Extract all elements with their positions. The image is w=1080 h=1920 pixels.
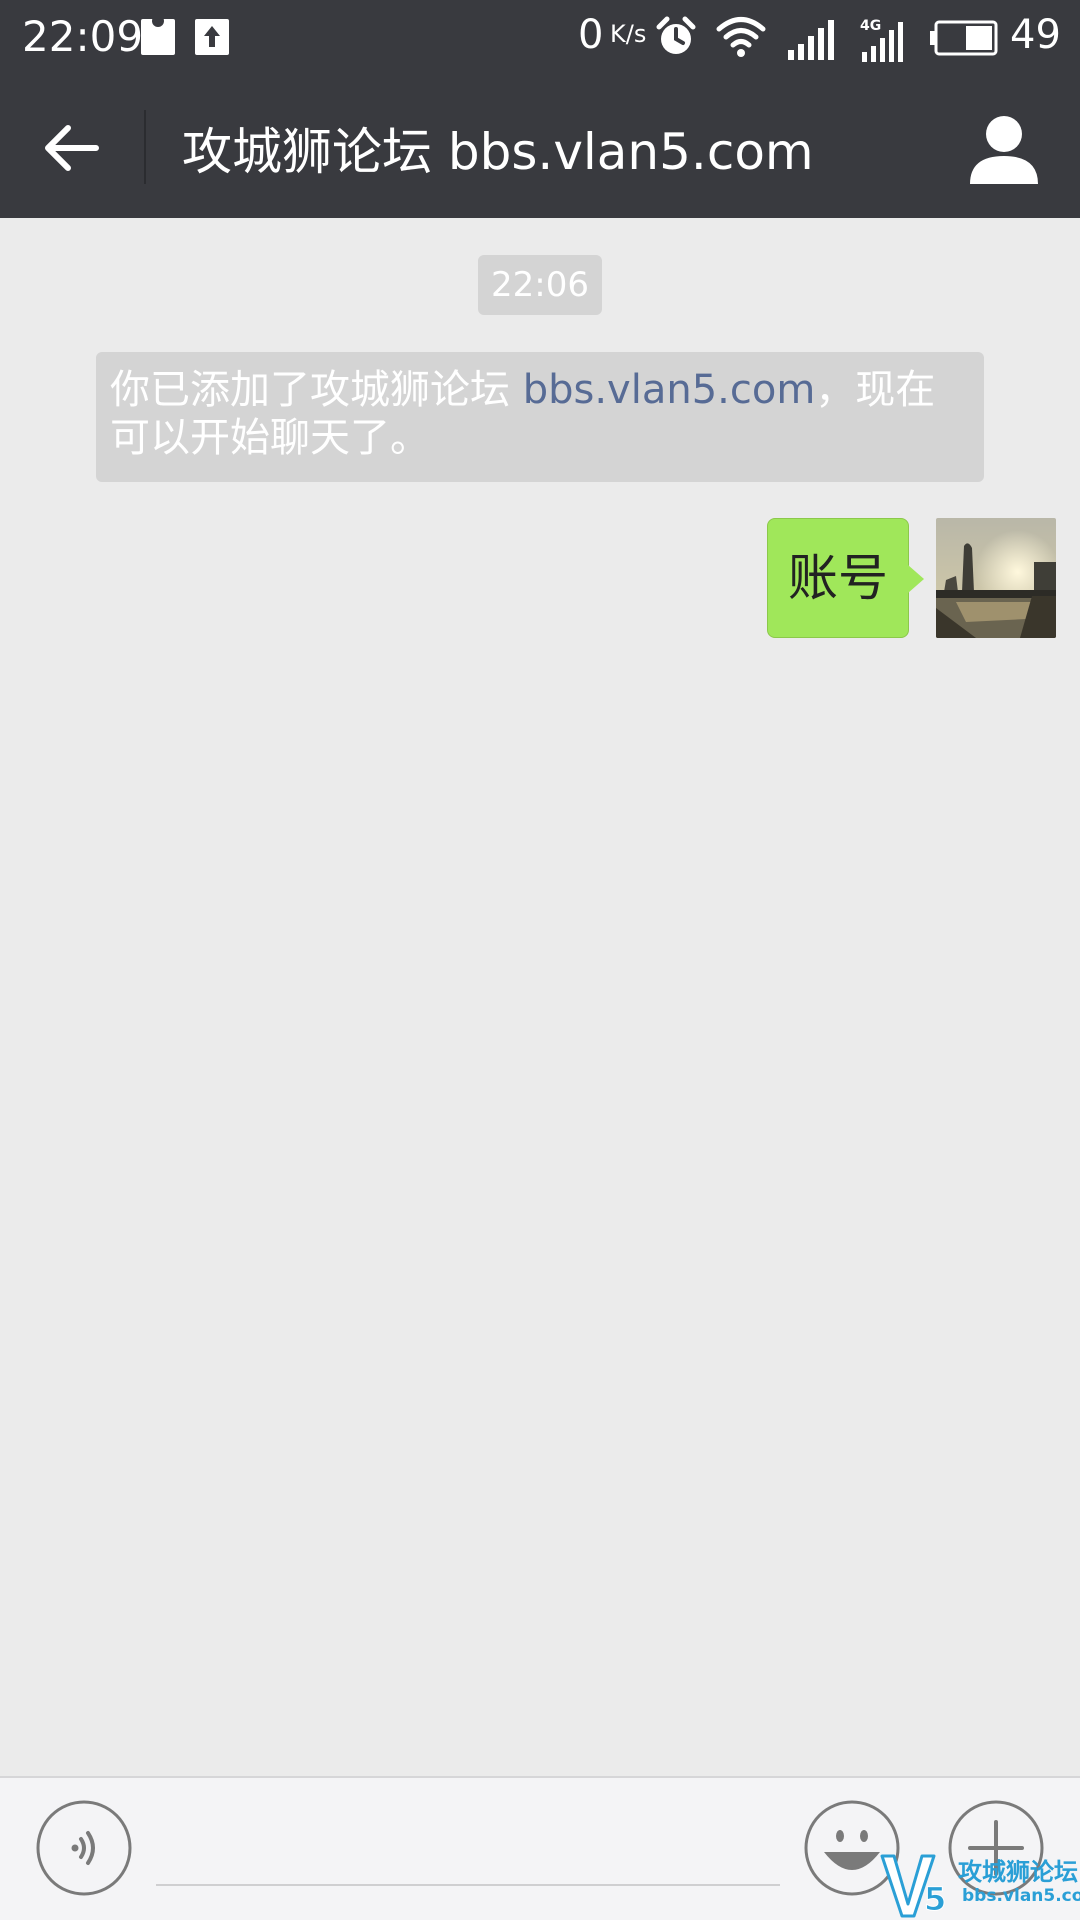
outgoing-message-bubble[interactable]: 账号 [767,518,909,638]
title-divider [144,110,146,184]
voice-icon[interactable] [36,1800,132,1896]
avatar[interactable] [936,518,1056,638]
v5-logo-icon: 5 [880,1854,947,1919]
system-message-prefix: 你已添加了攻城狮论坛 [110,367,523,413]
back-arrow-icon[interactable] [36,112,108,184]
system-message: 你已添加了攻城狮论坛 bbs.vlan5.com，现在可以开始聊天了。 [96,352,984,482]
system-message-link[interactable]: bbs.vlan5.com [523,367,816,413]
forum-watermark: 5 攻城狮论坛 bbs.vlan5.com [880,1850,1080,1920]
status-bar: 22:09 0 K/s 4G 49 [0,0,1080,76]
battery-icon [930,20,998,56]
svg-text:5: 5 [924,1880,946,1918]
battery-percent: 49 [1010,12,1061,58]
chat-screen: 22:09 0 K/s 4G 49 攻城狮论坛 bbs.vlan5.com 22… [0,0,1080,1920]
status-time: 22:09 [22,12,144,61]
net-speed: 0 [578,12,604,58]
watermark-title: 攻城狮论坛 [958,1858,1078,1886]
net-speed-unit: K/s [610,20,647,48]
chat-title: 攻城狮论坛 bbs.vlan5.com [182,123,814,181]
svg-text:4G: 4G [860,18,881,34]
signal-icon [788,20,834,60]
message-input[interactable] [156,1818,780,1886]
alarm-icon [656,16,696,54]
bubble-tail [908,565,924,593]
person-icon[interactable] [966,112,1042,188]
notification-icon [141,18,175,55]
watermark-url: bbs.vlan5.com [962,1886,1080,1906]
upload-icon [195,19,229,55]
4g-signal-icon: 4G [860,18,903,62]
title-bar: 攻城狮论坛 bbs.vlan5.com [0,76,1080,218]
wifi-icon [716,17,766,57]
message-timestamp: 22:06 [478,255,602,315]
